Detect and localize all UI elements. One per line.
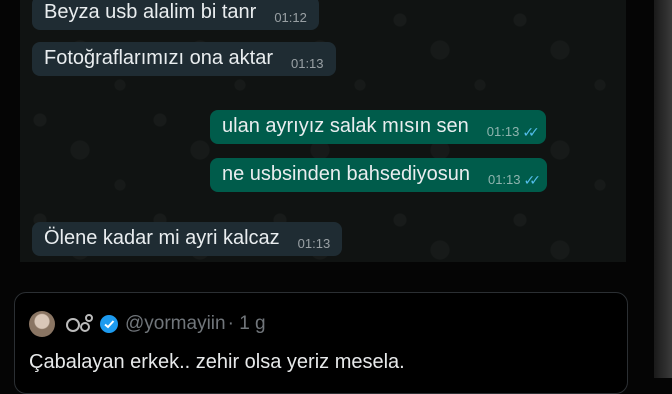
tweet-meta: @yormayiin · 1 g (65, 313, 266, 335)
tweet-handle[interactable]: @yormayiin (125, 313, 226, 335)
tweet-time: · 1 g (227, 313, 266, 334)
message-bubble[interactable]: Fotoğraflarımızı ona aktar 01:13 (32, 42, 336, 76)
chat-screenshot: Beyza usb alalim bi tanr 01:12 Fotoğrafl… (20, 0, 626, 262)
tweet-card[interactable]: @yormayiin · 1 g Çabalayan erkek.. zehir… (14, 292, 628, 394)
message-time: 01:13 (486, 124, 520, 139)
message-time: 01:13 (487, 172, 521, 187)
message-text: Ölene kadar mi ayri kalcaz (44, 227, 280, 249)
message-text: Fotoğraflarımızı ona aktar (44, 47, 273, 69)
message-time: 01:13 (290, 56, 324, 71)
message-bubble[interactable]: ne usbsinden bahsediyosun 01:13 ✓✓ (210, 158, 547, 192)
infinity-link-icon (66, 314, 93, 332)
message-time: 01:13 (297, 236, 331, 251)
tweet-text: Çabalayan erkek.. zehir olsa yeriz mesel… (29, 351, 405, 373)
message-text: ne usbsinden bahsediyosun (222, 163, 470, 185)
message-time: 01:12 (274, 10, 307, 25)
double-check-read-icon: ✓✓ (523, 172, 542, 188)
message-text: ulan ayrıyız salak mısın sen (222, 115, 469, 137)
edge-strip (654, 0, 672, 378)
verified-badge-icon (100, 315, 118, 333)
message-bubble[interactable]: ulan ayrıyız salak mısın sen 01:13 ✓✓ (210, 110, 546, 144)
message-bubble[interactable]: Ölene kadar mi ayri kalcaz 01:13 (32, 222, 343, 256)
double-check-read-icon: ✓✓ (522, 124, 540, 140)
message-bubble[interactable]: Beyza usb alalim bi tanr 01:12 (32, 0, 319, 30)
message-text: Beyza usb alalim bi tanr (44, 1, 257, 23)
avatar[interactable] (29, 311, 55, 337)
